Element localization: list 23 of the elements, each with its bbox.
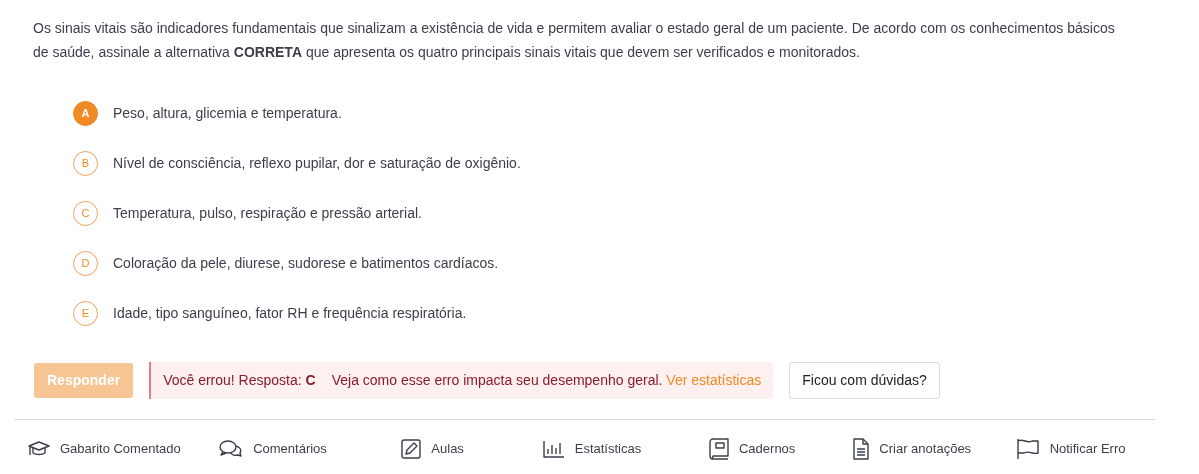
option-text[interactable]: Temperatura, pulso, respiração e pressão arterial. (113, 202, 422, 224)
option-text[interactable]: Nível de consciência, reflexo pupilar, dor e saturação de oxigênio. (113, 152, 521, 174)
toolbar-link[interactable]: Estatísticas (574, 439, 642, 459)
book-icon[interactable] (709, 438, 729, 460)
toolbar-link[interactable]: Notificar Erro (1049, 439, 1126, 459)
feedback-detail: Veja como esse erro impacta seu desempenho geral. (331, 372, 663, 388)
graduation-cap-icon[interactable] (28, 441, 50, 457)
toolbar-link[interactable]: Gabarito Comentado (60, 439, 181, 459)
pencil-square-icon[interactable] (401, 439, 422, 459)
feedback-message: Você errou! Resposta: C (163, 371, 316, 390)
option-text[interactable]: Peso, altura, glicemia e temperatura. (113, 102, 342, 124)
option-text[interactable]: Coloração da pele, diurese, sudorese e batimentos cardíacos. (113, 252, 499, 274)
help-button[interactable]: Ficou com dúvidas? (789, 362, 940, 399)
document-icon[interactable] (853, 438, 870, 460)
flag-icon[interactable] (1015, 438, 1040, 460)
option-text[interactable]: Idade, tipo sanguíneo, fator RH e frequência respiratória. (113, 302, 467, 324)
toolbar-link[interactable]: Cadernos (739, 439, 796, 459)
question-text: Os sinais vitais são indicadores fundamentais que sinalizam a existência de vida e permitem avaliar o estado geral de um paciente. De acordo com os conhecimentos básicos de saúde, assinale a alternativa CORRETA que apresenta os quatro principais sinais vitais que devem ser verificados e monitorados. (32, 19, 1116, 62)
speech-bubbles-icon[interactable] (219, 440, 244, 458)
toolbar-link[interactable]: Criar anotações (879, 439, 972, 459)
bar-chart-icon[interactable] (542, 440, 565, 458)
toolbar-link[interactable]: Aulas (431, 439, 464, 459)
toolbar-link[interactable]: Comentários (253, 439, 327, 459)
